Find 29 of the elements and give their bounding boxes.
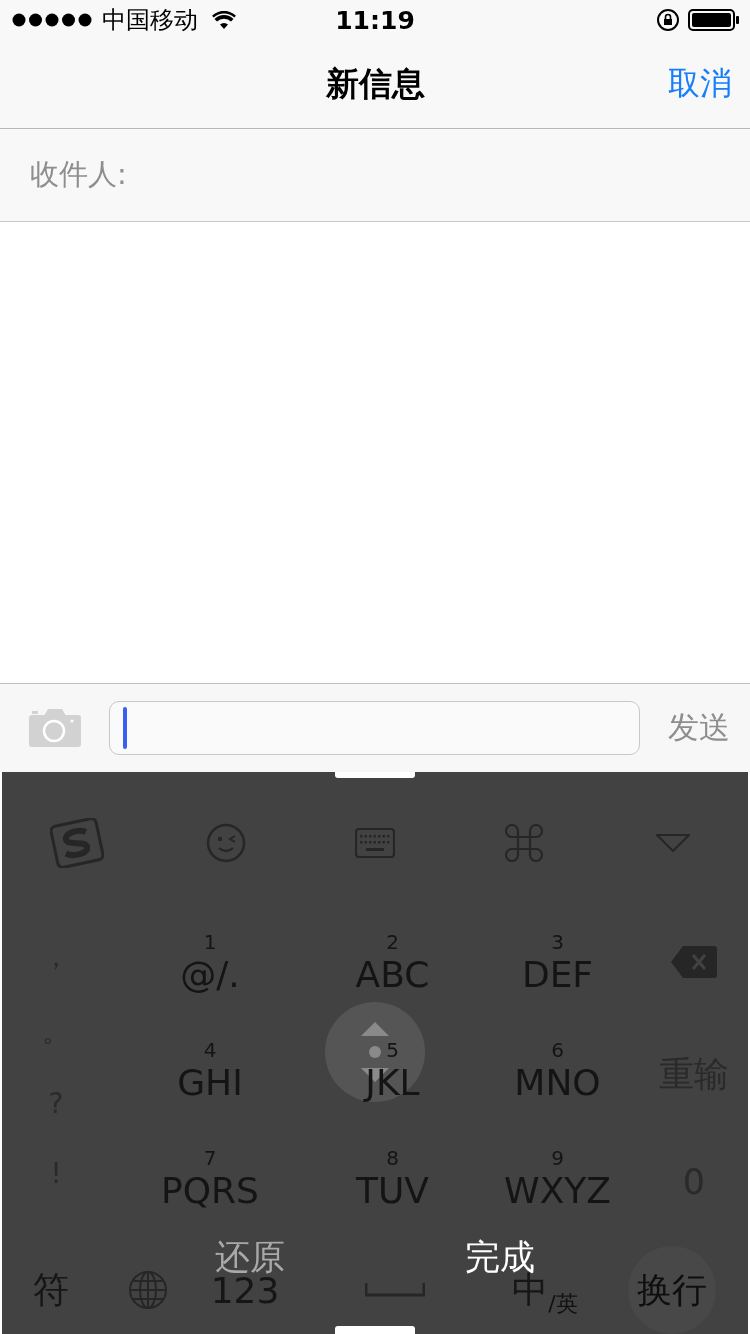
space-bar-icon[interactable] (365, 1283, 425, 1297)
done-button[interactable]: 完成 (465, 1234, 535, 1281)
collapse-icon[interactable] (655, 833, 692, 853)
punctuation-key[interactable]: 。 (42, 1012, 70, 1051)
drag-tab[interactable] (335, 772, 415, 778)
command-icon[interactable] (505, 824, 544, 862)
battery-icon (688, 9, 740, 31)
punctuation-key[interactable]: ! (50, 1156, 62, 1190)
send-button[interactable]: 发送 (668, 707, 730, 749)
backspace-icon[interactable] (671, 946, 717, 978)
nav-title: 新信息 (325, 62, 425, 105)
signal-icon (12, 13, 94, 27)
wifi-icon (212, 11, 236, 29)
rotation-lock-icon (656, 8, 680, 32)
newline-key[interactable]: 换行 (627, 1246, 716, 1334)
status-time: 11:19 (335, 5, 415, 35)
punctuation-key[interactable]: ? (48, 1087, 64, 1121)
globe-icon[interactable] (127, 1270, 168, 1310)
wink-face-icon[interactable] (205, 823, 246, 863)
cancel-button[interactable]: 取消 (668, 62, 732, 106)
punctuation-key[interactable]: ， (42, 938, 70, 977)
s-logo-icon[interactable] (49, 818, 104, 868)
carrier-name: 中国移动 (102, 5, 198, 36)
recipient-label: 收件人: (30, 156, 127, 193)
keyboard-icon[interactable] (355, 828, 395, 858)
drag-tab[interactable] (335, 1326, 415, 1334)
camera-icon[interactable] (29, 709, 81, 747)
message-input-field[interactable] (109, 701, 640, 755)
restore-button[interactable]: 还原 (215, 1234, 285, 1281)
